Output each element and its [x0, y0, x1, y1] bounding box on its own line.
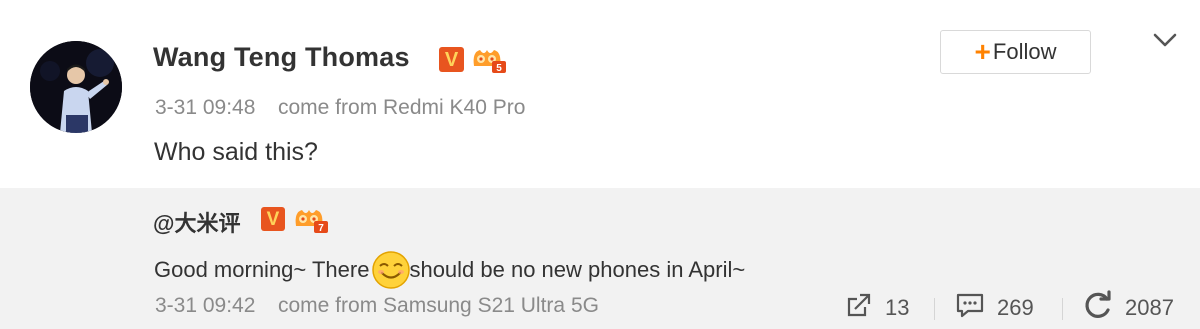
comment-button[interactable]: 269 [955, 290, 1034, 326]
repost-username[interactable]: @大米评 [153, 206, 240, 238]
share-button[interactable]: 13 [845, 290, 909, 326]
repost-box: @大米评 V 7 Good morning~ There should be n… [0, 188, 1200, 329]
post-timestamp[interactable]: 3-31 09:48 [155, 96, 255, 120]
share-icon [845, 291, 873, 325]
post-text: Who said this? [154, 138, 318, 166]
verified-v-icon: V [261, 207, 285, 231]
avatar[interactable] [30, 41, 122, 133]
plus-icon: + [974, 36, 991, 67]
repost-actions-bar: 3-31 09:42 come from Samsung S21 Ultra 5… [0, 290, 1200, 326]
follow-label: Follow [992, 39, 1057, 64]
comment-count: 269 [997, 295, 1034, 320]
weibo-post: Wang Teng Thomas V 5 3-31 09:48 come fro… [0, 0, 1200, 188]
author-name[interactable]: Wang Teng Thomas [153, 42, 410, 73]
follow-button[interactable]: + Follow [940, 30, 1091, 74]
level-crown-icon: 7 [292, 204, 330, 239]
repost-text-start: Good morning~ There [154, 257, 370, 282]
like-button[interactable]: 2087 [1083, 290, 1174, 326]
smile-emoji-icon [371, 250, 411, 290]
verified-v-icon: V [439, 47, 464, 72]
like-count: 2087 [1125, 295, 1174, 320]
level-number: 7 [318, 223, 324, 234]
like-refresh-icon [1083, 290, 1113, 326]
post-source: come from Redmi K40 Pro [278, 96, 526, 119]
divider [934, 298, 935, 320]
repost-timestamp[interactable]: 3-31 09:42 [155, 294, 255, 318]
divider [1062, 298, 1063, 320]
level-number: 5 [496, 63, 502, 74]
share-count: 13 [885, 295, 910, 320]
repost-source: come from Samsung S21 Ultra 5G [278, 294, 599, 317]
comment-icon [955, 291, 985, 325]
repost-text: Good morning~ There should be no new pho… [154, 250, 745, 290]
level-crown-icon: 5 [470, 44, 508, 79]
repost-text-end: should be no new phones in April~ [409, 257, 746, 282]
chevron-down-icon[interactable] [1151, 30, 1179, 50]
